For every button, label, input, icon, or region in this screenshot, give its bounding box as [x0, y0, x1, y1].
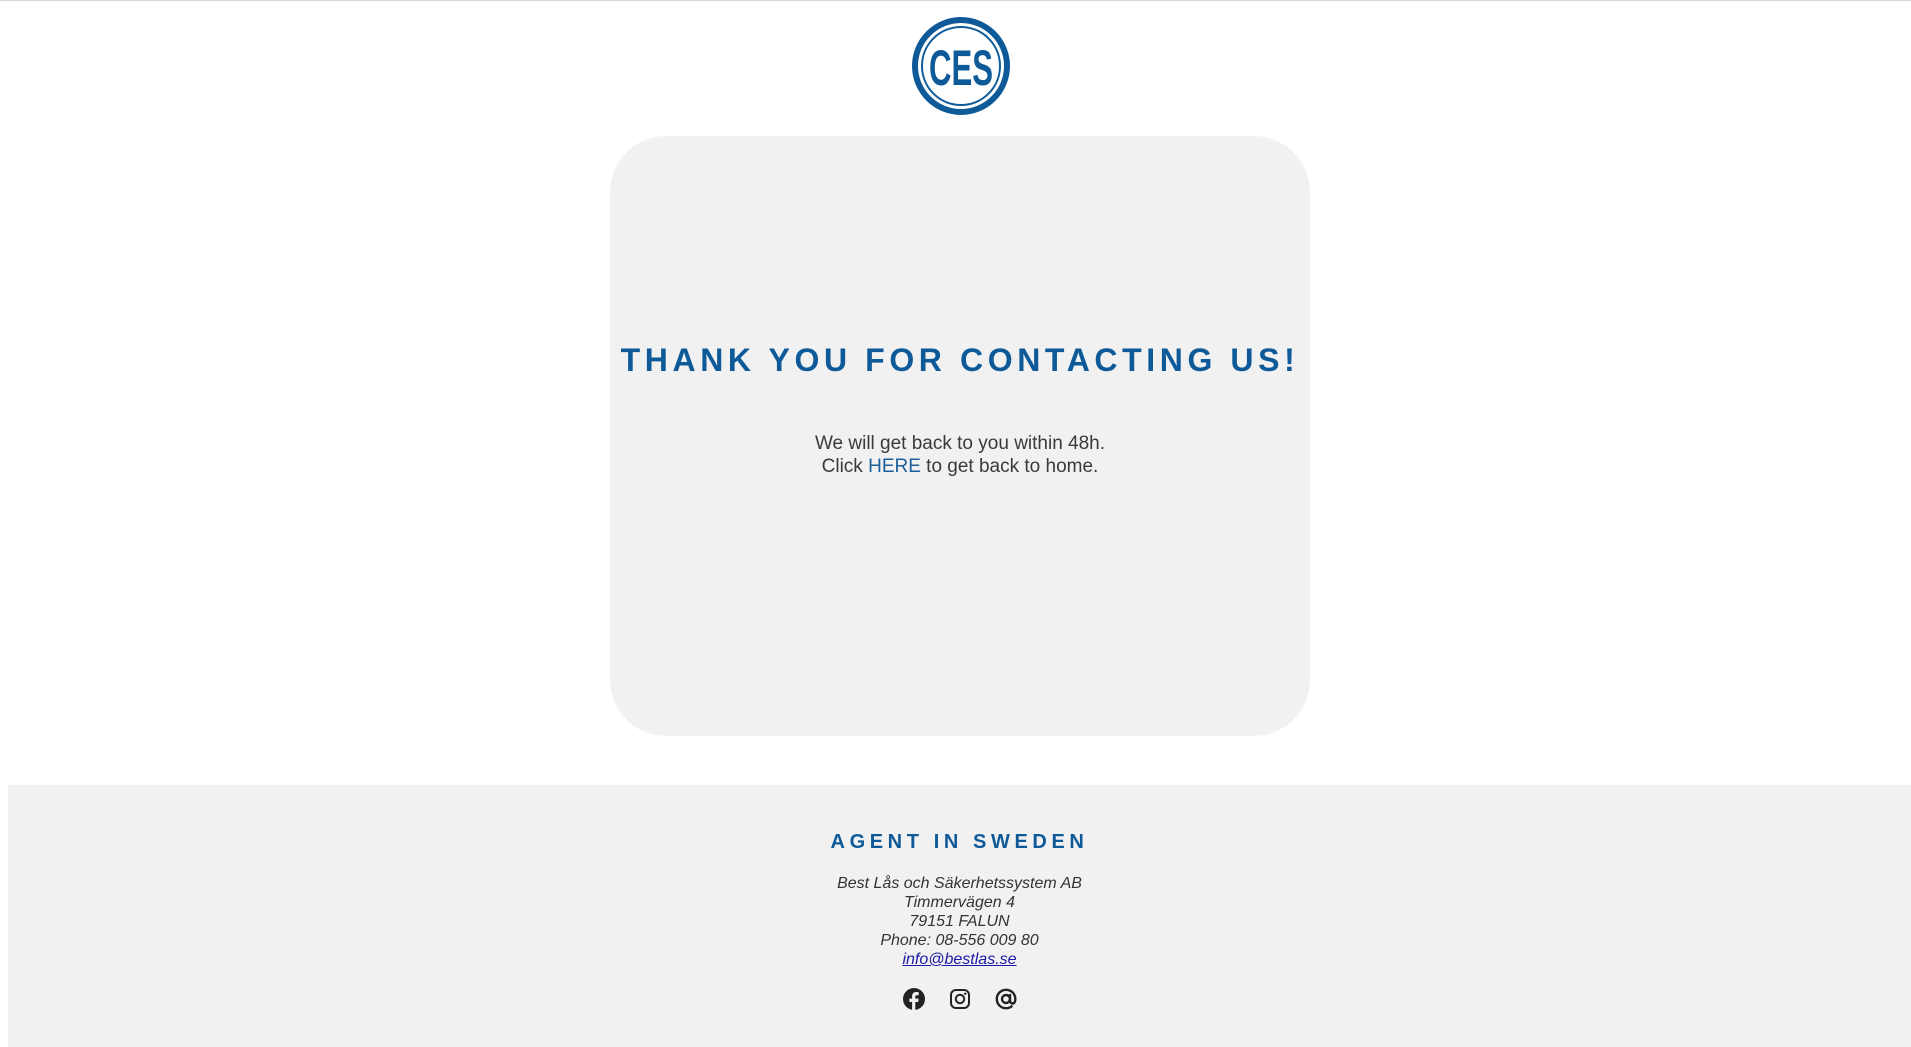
company-name: Best Lås och Säkerhetssystem AB — [837, 875, 1082, 892]
home-link-suffix: to get back to home. — [926, 456, 1099, 477]
city-postcode: 79151 FALUN — [909, 913, 1010, 930]
facebook-icon[interactable] — [902, 987, 926, 1011]
confirmation-card: THANK YOU FOR CONTACTING US! We will get… — [610, 136, 1310, 736]
home-link-line: Click HERE to get back to home. — [610, 455, 1310, 478]
instagram-icon[interactable] — [948, 987, 972, 1011]
home-link-prefix: Click — [821, 456, 863, 477]
page-title: THANK YOU FOR CONTACTING US! — [620, 342, 1300, 378]
confirmation-message: We will get back to you within 48h. Clic… — [610, 432, 1310, 478]
email-link[interactable]: info@bestlas.se — [902, 951, 1016, 968]
ces-logo: CES — [910, 15, 1012, 117]
home-link[interactable]: HERE — [868, 456, 921, 477]
footer: AGENT IN SWEDEN Best Lås och Säkerhetssy… — [8, 785, 1911, 1047]
top-divider — [0, 0, 1911, 1]
response-time-text: We will get back to you within 48h. — [814, 433, 1106, 454]
agent-address: Best Lås och Säkerhetssystem AB Timmervä… — [8, 874, 1911, 969]
street-address: Timmervägen 4 — [903, 894, 1015, 911]
at-sign-icon[interactable] — [994, 987, 1018, 1011]
footer-title: AGENT IN SWEDEN — [830, 831, 1089, 853]
phone-number: Phone: 08-556 009 80 — [880, 932, 1039, 949]
social-links — [8, 987, 1911, 1011]
svg-text:CES: CES — [929, 40, 993, 96]
